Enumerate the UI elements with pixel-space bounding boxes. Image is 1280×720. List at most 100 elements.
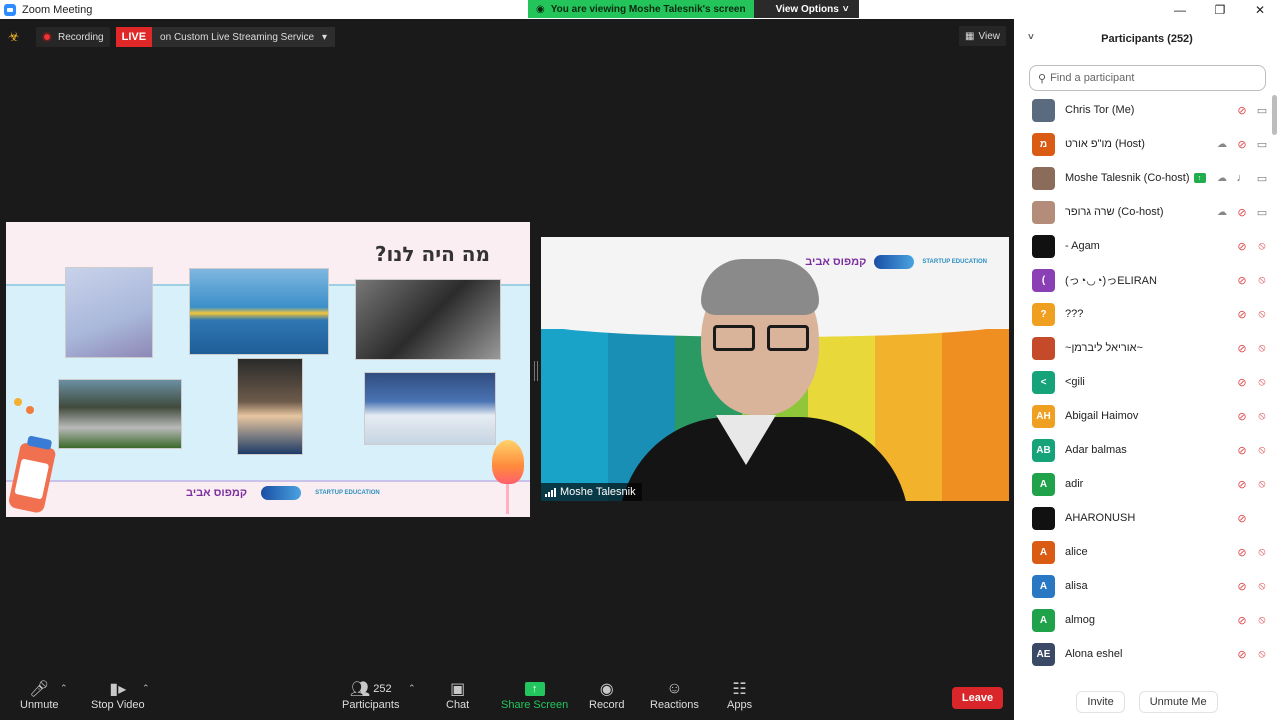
mic-icon[interactable]: ♩ [1234, 170, 1250, 186]
video-off-icon[interactable]: ⦸ [1254, 578, 1270, 594]
video-camera-icon[interactable]: ▭ [1254, 170, 1270, 186]
video-off-icon[interactable]: ⦸ [1254, 408, 1270, 424]
participant-row[interactable]: AHARONUSH ⊘ [1014, 501, 1270, 535]
chevron-down-icon[interactable]: ˅ [1028, 32, 1034, 43]
mic-muted-icon[interactable]: ⊘ [1234, 238, 1250, 254]
maximize-icon[interactable]: ❐ [1200, 0, 1240, 19]
participant-row[interactable]: Aalisa ⊘ ⦸ [1014, 569, 1270, 603]
participant-row[interactable]: AE Alona eshel ⊘ ⦸ [1014, 637, 1270, 671]
participant-row[interactable]: Aalice ⊘ ⦸ [1014, 535, 1270, 569]
participant-row[interactable]: ???? ⊘ ⦸ [1014, 297, 1270, 331]
mic-muted-icon[interactable]: ⊘ [1234, 272, 1250, 288]
view-options-button[interactable]: View Options ˅ [753, 0, 859, 18]
minimize-icon[interactable]: — [1160, 0, 1200, 19]
participant-status-icons: ⊘ ⦸ [1234, 331, 1270, 365]
video-off-icon[interactable]: ⦸ [1254, 272, 1270, 288]
participant-status-icons: ⊘ ⦸ [1234, 263, 1270, 297]
grid-view-icon: ▦ [965, 30, 975, 42]
participant-row[interactable]: AH Abigail Haimov ⊘ ⦸ [1014, 399, 1270, 433]
mic-muted-icon[interactable]: ⊘ [1234, 204, 1250, 220]
participants-button[interactable]: 👥︎ 252 Participants [342, 679, 399, 711]
participant-row[interactable]: AB Adar balmas ⊘ ⦸ [1014, 433, 1270, 467]
mic-muted-icon[interactable]: ⊘ [1234, 102, 1250, 118]
share-screen-button[interactable]: ↑ Share Screen [501, 679, 568, 711]
video-off-icon[interactable]: ⦸ [1254, 374, 1270, 390]
close-icon[interactable]: ✕ [1240, 0, 1280, 19]
apps-button[interactable]: ☷ Apps [727, 679, 752, 711]
video-off-icon[interactable]: ⦸ [1254, 238, 1270, 254]
audio-options-caret[interactable]: ⌃ [60, 683, 68, 694]
video-camera-icon[interactable]: ▭ [1254, 136, 1270, 152]
participant-row[interactable]: ((っ◔◡◔)っELIRAN ⊘ ⦸ [1014, 263, 1270, 297]
mic-muted-icon[interactable]: ⊘ [1234, 442, 1250, 458]
participant-row[interactable]: Chris Tor (Me) ⊘ ▭ [1014, 93, 1270, 127]
participant-row[interactable]: - Agam ⊘ ⦸ [1014, 229, 1270, 263]
participant-row[interactable]: Moshe Talesnik (Co-host) ↑ ☁ ♩ ▭ [1014, 161, 1270, 195]
participants-options-caret[interactable]: ⌃ [408, 683, 416, 694]
stream-menu[interactable]: on Custom Live Streaming Service ▾ [152, 27, 336, 47]
mic-muted-icon[interactable]: ⊘ [1234, 612, 1250, 628]
mic-muted-icon[interactable]: ⊘ [1234, 136, 1250, 152]
participant-name: alice [1065, 546, 1088, 558]
mic-muted-icon[interactable]: ⊘ [1234, 646, 1250, 662]
recording-indicator[interactable]: Recording [36, 27, 110, 47]
mic-muted-icon[interactable]: ⊘ [1234, 374, 1250, 390]
viewing-text: You are viewing Moshe Talesnik's screen [550, 3, 746, 15]
video-off-icon[interactable]: ⦸ [1254, 612, 1270, 628]
participant-row[interactable]: שרה גרופר (Co-host) ☁ ⊘ ▭ [1014, 195, 1270, 229]
panel-title: Participants (252) [1101, 33, 1193, 45]
participant-row[interactable]: מ מו"פ אורט (Host) ☁ ⊘ ▭ [1014, 127, 1270, 161]
cocktail-illustration [492, 440, 524, 514]
chat-button[interactable]: ▣ Chat [446, 679, 469, 711]
video-off-icon[interactable]: ⦸ [1254, 476, 1270, 492]
chevron-down-icon: ˅ [842, 3, 849, 15]
participant-row[interactable]: Aalmog ⊘ ⦸ [1014, 603, 1270, 637]
live-badge[interactable]: LIVE [115, 27, 153, 47]
stop-video-button[interactable]: ▮▸ Stop Video [91, 679, 145, 711]
mic-muted-icon[interactable]: ⊘ [1234, 476, 1250, 492]
participant-row[interactable]: Aadir ⊘ ⦸ [1014, 467, 1270, 501]
cloud-recording-icon: ☁ [1217, 206, 1227, 218]
speaker-video-tile[interactable]: קמפוס אביב STARTUP EDUCATION Moshe Tales… [541, 237, 1009, 501]
video-camera-icon[interactable]: ▭ [1254, 102, 1270, 118]
video-off-icon[interactable]: ⦸ [1254, 306, 1270, 322]
video-options-caret[interactable]: ⌃ [142, 683, 150, 694]
speaker-hair [701, 259, 819, 315]
security-shield-icon[interactable]: ☣ [8, 30, 22, 44]
mic-muted-icon[interactable]: ⊘ [1234, 544, 1250, 560]
participant-status-icons: ⊘ ⦸ [1234, 297, 1270, 331]
invite-button[interactable]: Invite [1076, 690, 1125, 713]
participant-status-icons: ⊘ ⦸ [1234, 229, 1270, 263]
participant-list-scrollbar[interactable] [1270, 93, 1278, 678]
mic-muted-icon[interactable]: ⊘ [1234, 408, 1250, 424]
video-off-icon[interactable]: ⦸ [1254, 544, 1270, 560]
photo-gymnast-beam [237, 358, 303, 455]
video-off-icon[interactable]: ⦸ [1254, 340, 1270, 356]
video-off-icon[interactable]: ⦸ [1254, 646, 1270, 662]
participant-row[interactable]: < <gili ⊘ ⦸ [1014, 365, 1270, 399]
meeting-stage: ☣ Recording LIVE on Custom Live Streamin… [0, 19, 1014, 673]
participant-status-icons: ⊘ ⦸ [1234, 433, 1270, 467]
mic-muted-icon[interactable]: ⊘ [1234, 306, 1250, 322]
video-off-icon[interactable]: ⦸ [1254, 442, 1270, 458]
participant-name: (っ◔◡◔)っELIRAN [1065, 275, 1157, 287]
participant-status-icons: ⊘ ⦸ [1234, 365, 1270, 399]
record-button[interactable]: ◉ Record [589, 679, 624, 711]
leave-button[interactable]: Leave [952, 687, 1003, 709]
participant-status-icons: ☁ ⊘ ▭ [1214, 195, 1270, 229]
mic-muted-icon[interactable]: ⊘ [1234, 340, 1250, 356]
mic-muted-icon[interactable]: ⊘ [1234, 578, 1250, 594]
search-input[interactable] [1050, 72, 1251, 84]
participant-search[interactable]: ⚲ [1029, 65, 1266, 91]
unmute-me-button[interactable]: Unmute Me [1138, 690, 1218, 713]
unmute-button[interactable]: 🎤︎ Unmute [20, 679, 59, 711]
mic-muted-icon[interactable]: ⊘ [1234, 510, 1250, 526]
reactions-button[interactable]: ☺ Reactions [650, 679, 699, 711]
participant-row[interactable]: ~אוריאל ליברמן~ ⊘ ⦸ [1014, 331, 1270, 365]
view-label: View [978, 30, 1001, 42]
video-camera-icon[interactable]: ▭ [1254, 204, 1270, 220]
participant-name: Adar balmas [1065, 444, 1127, 456]
splitter-handle[interactable] [533, 361, 539, 381]
view-button[interactable]: ▦ View [959, 26, 1006, 46]
photo-rhythmic-gymnast [65, 267, 153, 358]
